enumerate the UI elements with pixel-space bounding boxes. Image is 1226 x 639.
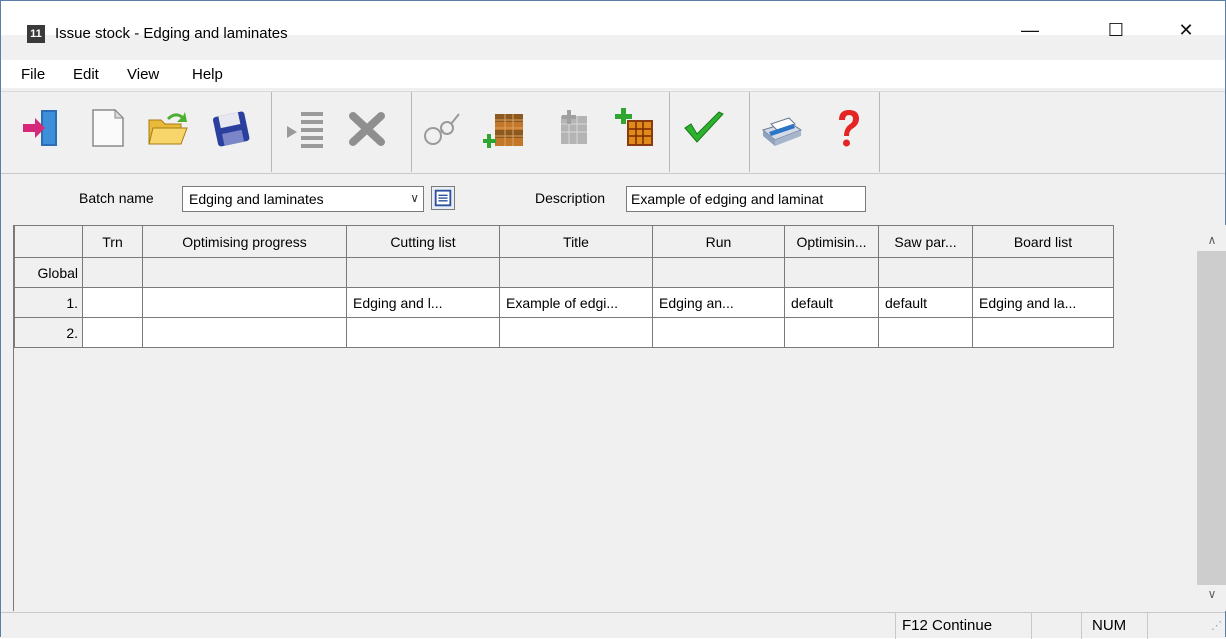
batch-grid: Trn Optimising progress Cutting list Tit…: [13, 225, 1226, 611]
table-cell[interactable]: [499, 317, 653, 348]
table-cell[interactable]: [142, 317, 347, 348]
table-cell[interactable]: [784, 317, 879, 348]
new-icon[interactable]: [85, 106, 129, 150]
insert-line-icon[interactable]: [283, 106, 327, 150]
table-cell[interactable]: Edging an...: [652, 287, 785, 318]
grid-corner: [14, 225, 83, 258]
add-stack-icon[interactable]: [482, 106, 527, 150]
table-cell[interactable]: [652, 257, 785, 288]
table-cell[interactable]: [784, 257, 879, 288]
resize-grip-icon[interactable]: ⋰: [1199, 613, 1225, 639]
row-header[interactable]: 2.: [14, 317, 83, 348]
table-cell[interactable]: [346, 257, 500, 288]
description-value: Example of edging and laminat: [631, 191, 824, 207]
exit-icon[interactable]: [19, 106, 63, 150]
status-message: [1, 613, 895, 639]
table-cell[interactable]: [82, 257, 143, 288]
column-header[interactable]: Run: [652, 225, 785, 258]
status-bar: F12 Continue NUM ⋰: [1, 612, 1225, 639]
scroll-down-icon[interactable]: ∨: [1197, 587, 1226, 601]
row-header[interactable]: 1.: [14, 287, 83, 318]
status-empty-2: [1147, 613, 1199, 639]
print-icon[interactable]: [759, 106, 803, 150]
column-header[interactable]: Board list: [972, 225, 1114, 258]
table-cell[interactable]: default: [784, 287, 879, 318]
table-cell[interactable]: [142, 257, 347, 288]
description-label: Description: [535, 190, 606, 206]
status-empty: [1031, 613, 1081, 639]
column-header[interactable]: Trn: [82, 225, 143, 258]
column-header[interactable]: Optimising progress: [142, 225, 347, 258]
list-icon: [434, 189, 452, 207]
table-row: 1. Edging and l... Example of edgi... Ed…: [14, 287, 1114, 318]
column-header[interactable]: Optimisin...: [784, 225, 879, 258]
save-icon[interactable]: [209, 106, 253, 150]
batch-name-value: Edging and laminates: [189, 191, 324, 207]
search-icon[interactable]: [419, 106, 463, 150]
menu-bar: File Edit View Help: [1, 60, 1225, 88]
minimize-button[interactable]: —: [1007, 15, 1053, 45]
table-cell[interactable]: [972, 317, 1114, 348]
column-header[interactable]: Saw par...: [878, 225, 973, 258]
table-cell[interactable]: [652, 317, 785, 348]
grid-header-row: Trn Optimising progress Cutting list Tit…: [14, 225, 1114, 258]
vertical-scrollbar[interactable]: ∧ ∨: [1197, 225, 1226, 611]
table-cell[interactable]: [878, 317, 973, 348]
column-header[interactable]: Title: [499, 225, 653, 258]
table-cell[interactable]: [878, 257, 973, 288]
table-cell[interactable]: [972, 257, 1114, 288]
chevron-down-icon[interactable]: ∨: [410, 191, 419, 205]
app-window: 11 Issue stock - Edging and laminates — …: [0, 0, 1226, 639]
table-cell[interactable]: [82, 287, 143, 318]
table-cell[interactable]: Edging and la...: [972, 287, 1114, 318]
menu-file[interactable]: File: [21, 66, 45, 83]
table-cell[interactable]: default: [878, 287, 973, 318]
table-cell[interactable]: [82, 317, 143, 348]
table-cell[interactable]: [499, 257, 653, 288]
table-cell[interactable]: Example of edgi...: [499, 287, 653, 318]
table-cell[interactable]: [346, 317, 500, 348]
app-icon: 11: [27, 25, 45, 43]
window-title: Issue stock - Edging and laminates: [55, 25, 288, 42]
add-board-icon[interactable]: [613, 106, 657, 150]
checkmark-icon[interactable]: [681, 106, 725, 150]
batch-name-label: Batch name: [79, 190, 154, 206]
close-button[interactable]: ✕: [1163, 15, 1209, 45]
table-cell[interactable]: Edging and l...: [346, 287, 500, 318]
batch-name-combo[interactable]: Edging and laminates ∨: [182, 186, 424, 212]
open-icon[interactable]: [145, 106, 189, 150]
menu-edit[interactable]: Edit: [73, 66, 99, 83]
menu-help[interactable]: Help: [192, 66, 223, 83]
delete-icon[interactable]: [345, 106, 389, 150]
menu-view[interactable]: View: [127, 66, 159, 83]
status-num: NUM: [1081, 613, 1147, 639]
scroll-up-icon[interactable]: ∧: [1197, 233, 1226, 247]
table-row: 2.: [14, 317, 1114, 348]
row-header[interactable]: Global: [14, 257, 83, 288]
batch-list-button[interactable]: [431, 186, 455, 210]
title-bar: 11 Issue stock - Edging and laminates — …: [1, 1, 1225, 43]
maximize-button[interactable]: ☐: [1093, 15, 1139, 45]
help-icon[interactable]: [827, 106, 871, 150]
status-continue: F12 Continue: [895, 613, 1031, 639]
scrollbar-thumb[interactable]: [1197, 251, 1226, 585]
column-header[interactable]: Cutting list: [346, 225, 500, 258]
table-row: Global: [14, 257, 1114, 288]
toolbar: [1, 91, 1225, 172]
table-cell[interactable]: [142, 287, 347, 318]
description-field[interactable]: Example of edging and laminat: [626, 186, 866, 212]
copy-stack-icon[interactable]: [549, 106, 593, 150]
